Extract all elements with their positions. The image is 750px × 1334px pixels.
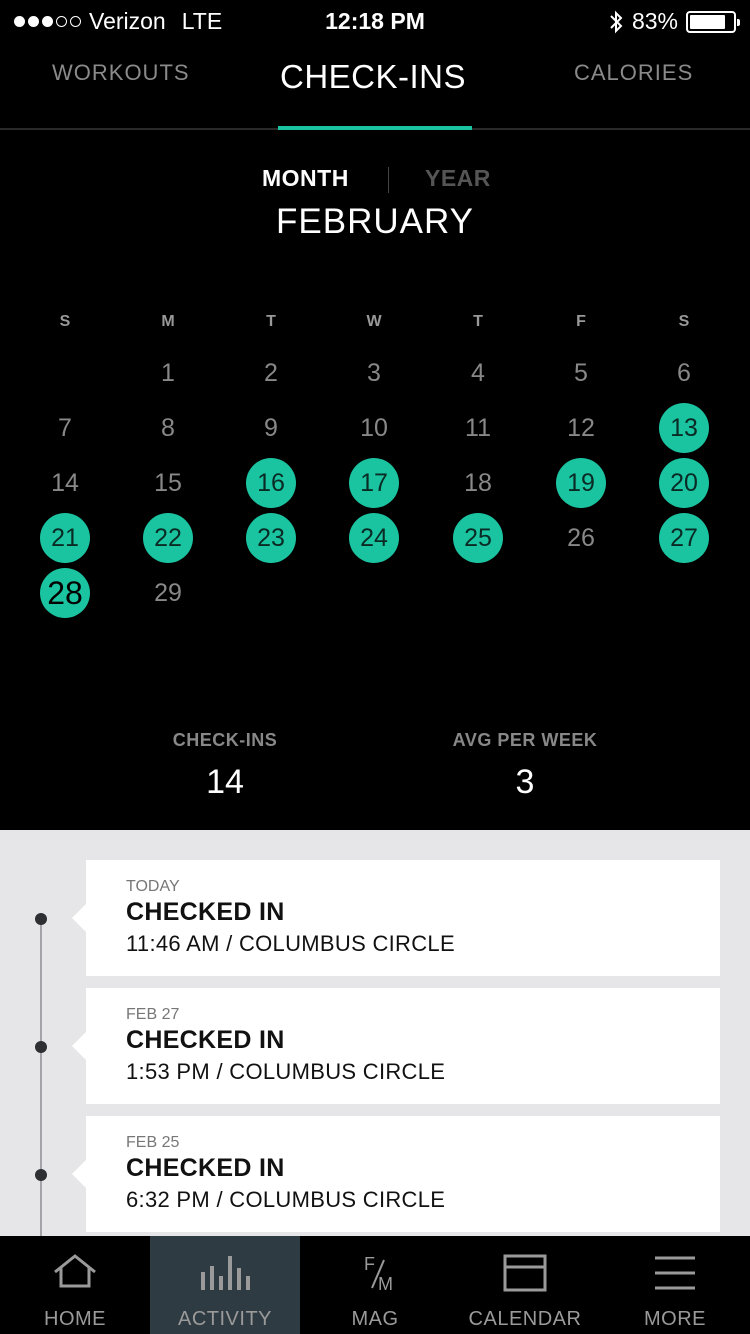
- calendar-day-checked-in[interactable]: 13: [659, 403, 709, 453]
- weekday-header: T: [473, 313, 483, 330]
- calendar-day[interactable]: 15: [143, 458, 193, 508]
- calendar-day[interactable]: 8: [143, 403, 193, 453]
- active-tab-indicator: [278, 126, 472, 130]
- mag-icon-letter-f: F: [364, 1254, 375, 1274]
- weekday-header: M: [161, 313, 175, 330]
- calendar-day[interactable]: 11: [453, 403, 503, 453]
- tab-workouts[interactable]: WORKOUTS: [52, 60, 190, 86]
- calendar-day[interactable]: 29: [143, 568, 193, 618]
- nav-home[interactable]: HOME: [0, 1236, 150, 1334]
- nav-activity-label: ACTIVITY: [177, 1308, 272, 1330]
- calendar-day[interactable]: 14: [40, 458, 90, 508]
- feed-date: FEB 25: [126, 1134, 180, 1151]
- calendar-day-checked-in[interactable]: 19: [556, 458, 606, 508]
- calendar-day[interactable]: 4: [453, 348, 503, 398]
- nav-mag-label: MAG: [351, 1308, 399, 1330]
- checkins-stat-label: CHECK-INS: [172, 730, 278, 750]
- nav-mag[interactable]: F M MAG: [300, 1236, 450, 1334]
- timeline-line: [40, 918, 42, 1236]
- bluetooth-icon: [610, 10, 623, 33]
- timeline-dot: [35, 913, 47, 925]
- nav-more[interactable]: MORE: [600, 1236, 750, 1334]
- calendar-day[interactable]: 6: [659, 348, 709, 398]
- checkin-feed[interactable]: TODAY CHECKED IN 11:46 AM / COLUMBUS CIR…: [0, 830, 750, 1236]
- bottom-nav: HOME ACTIVITY F M MAG CALENDAR MORE: [0, 1236, 750, 1334]
- calendar-day-checked-in[interactable]: 24: [349, 513, 399, 563]
- calendar-day-checked-in[interactable]: 20: [659, 458, 709, 508]
- feed-detail: 6:32 PM / COLUMBUS CIRCLE: [126, 1187, 446, 1212]
- feed-date: FEB 27: [126, 1006, 180, 1023]
- hamburger-menu-icon: [655, 1256, 695, 1290]
- feed-detail: 11:46 AM / COLUMBUS CIRCLE: [126, 931, 455, 956]
- feed-card[interactable]: TODAY CHECKED IN 11:46 AM / COLUMBUS CIR…: [72, 860, 720, 976]
- feed-title: CHECKED IN: [126, 1154, 285, 1182]
- nav-more-label: MORE: [644, 1308, 706, 1330]
- weekday-header: S: [59, 313, 71, 330]
- feed-title: CHECKED IN: [126, 898, 285, 926]
- month-toggle[interactable]: MONTH: [262, 165, 349, 192]
- calendar-day[interactable]: 18: [453, 458, 503, 508]
- feed-card[interactable]: FEB 27 CHECKED IN 1:53 PM / COLUMBUS CIR…: [72, 988, 720, 1104]
- calendar-day[interactable]: 12: [556, 403, 606, 453]
- calendar-day-checked-in[interactable]: 25: [453, 513, 503, 563]
- weekday-header: S: [678, 313, 690, 330]
- weekday-header: F: [576, 313, 586, 330]
- timeline-dot: [35, 1169, 47, 1181]
- nav-calendar-label: CALENDAR: [468, 1308, 582, 1330]
- calendar-day[interactable]: 7: [40, 403, 90, 453]
- feed-detail: 1:53 PM / COLUMBUS CIRCLE: [126, 1059, 446, 1084]
- bar-chart-icon: [201, 1256, 250, 1290]
- mag-icon-letter-m: M: [378, 1274, 393, 1294]
- status-right: 83%: [608, 8, 740, 35]
- nav-calendar[interactable]: CALENDAR: [450, 1236, 600, 1334]
- battery-percent: 83%: [631, 8, 678, 34]
- calendar-day-checked-in[interactable]: 23: [246, 513, 296, 563]
- calendar-day-checked-in[interactable]: 27: [659, 513, 709, 563]
- calendar-day[interactable]: 10: [349, 403, 399, 453]
- calendar-day-checked-in[interactable]: 16: [246, 458, 296, 508]
- year-toggle[interactable]: YEAR: [425, 165, 491, 192]
- activity-tabs: WORKOUTS CHECK-INS CALORIES: [0, 40, 750, 130]
- avg-per-week-value: 3: [515, 763, 535, 801]
- toggle-divider: [388, 167, 389, 193]
- nav-activity[interactable]: ACTIVITY: [150, 1236, 300, 1334]
- checkins-stat: CHECK-INS 14: [95, 730, 355, 802]
- calendar-day[interactable]: 9: [246, 403, 296, 453]
- calendar-day-checked-in[interactable]: 17: [349, 458, 399, 508]
- status-bar: Verizon LTE 12:18 PM 83%: [0, 0, 750, 40]
- calendar-day-checked-in[interactable]: 28: [40, 568, 90, 618]
- tab-calories[interactable]: CALORIES: [574, 60, 693, 86]
- battery-icon: [686, 10, 740, 33]
- avg-per-week-stat: AVG PER WEEK 3: [395, 730, 655, 802]
- calendar-day-checked-in[interactable]: 21: [40, 513, 90, 563]
- weekday-header: T: [266, 313, 276, 330]
- checkins-stat-value: 14: [206, 763, 244, 801]
- calendar-day[interactable]: 26: [556, 513, 606, 563]
- calendar-day[interactable]: 3: [349, 348, 399, 398]
- house-icon: [54, 1254, 96, 1288]
- feed-card[interactable]: FEB 25 CHECKED IN 6:32 PM / COLUMBUS CIR…: [72, 1116, 720, 1232]
- tab-check-ins[interactable]: CHECK-INS: [280, 58, 466, 96]
- magazine-icon: F M: [364, 1254, 393, 1294]
- calendar-icon: [503, 1254, 547, 1292]
- calendar-day[interactable]: 2: [246, 348, 296, 398]
- feed-title: CHECKED IN: [126, 1026, 285, 1054]
- calendar-day[interactable]: 5: [556, 348, 606, 398]
- calendar-day-checked-in[interactable]: 22: [143, 513, 193, 563]
- feed-date: TODAY: [126, 878, 180, 895]
- nav-home-label: HOME: [44, 1308, 106, 1330]
- avg-per-week-label: AVG PER WEEK: [452, 730, 598, 750]
- timeline-dot: [35, 1041, 47, 1053]
- weekday-header: W: [366, 313, 382, 330]
- month-title: FEBRUARY: [276, 202, 474, 241]
- calendar-day[interactable]: 1: [143, 348, 193, 398]
